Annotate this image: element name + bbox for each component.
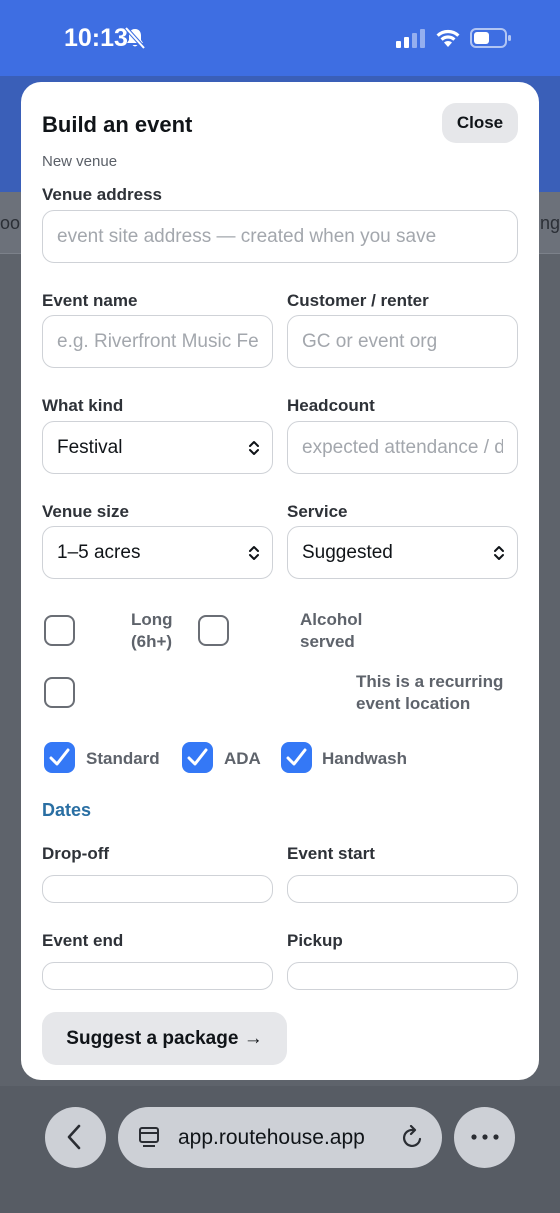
- checkmark-icon: [286, 748, 307, 766]
- address-bar[interactable]: app.routehouse.app: [118, 1107, 442, 1168]
- dropoff-date-input[interactable]: [42, 875, 273, 903]
- service-select[interactable]: Suggested: [287, 526, 518, 579]
- chevron-up-down-icon: [249, 546, 259, 560]
- build-event-modal: Build an event Close New venue Venue add…: [21, 82, 539, 1080]
- customer-input[interactable]: [287, 315, 518, 368]
- dates-section-title: Dates: [42, 800, 92, 820]
- pickup-label: Pickup: [287, 931, 343, 950]
- ada-unit-label: ADA: [224, 749, 261, 768]
- standard-unit-checkbox[interactable]: [44, 742, 75, 773]
- long-event-label-line1: Long: [131, 610, 173, 629]
- alcohol-served-label-line2: served: [300, 632, 355, 651]
- recurring-location-label-line2: event location: [356, 694, 471, 713]
- customer-label: Customer / renter: [287, 291, 429, 310]
- chevron-up-down-icon: [494, 546, 504, 560]
- recurring-location-checkbox[interactable]: [44, 677, 75, 708]
- alcohol-served-label: Alcohol served: [300, 609, 362, 653]
- standard-unit-label: Standard: [86, 749, 160, 768]
- more-button[interactable]: [454, 1107, 515, 1168]
- what-kind-value: Festival: [57, 437, 123, 458]
- long-event-label: Long (6h+): [131, 609, 173, 653]
- status-time: 10:13: [64, 24, 128, 52]
- headcount-input[interactable]: [287, 421, 518, 474]
- service-value: Suggested: [302, 542, 393, 563]
- what-kind-label: What kind: [42, 396, 124, 415]
- battery-icon: [470, 28, 511, 48]
- event-name-label: Event name: [42, 291, 138, 310]
- venue-size-value: 1–5 acres: [57, 542, 141, 563]
- dropoff-label: Drop-off: [42, 844, 110, 863]
- handwash-unit-checkbox[interactable]: [281, 742, 312, 773]
- wifi-icon: [436, 29, 460, 47]
- event-start-date-input[interactable]: [287, 875, 518, 903]
- suggest-package-button[interactable]: Suggest a package →: [42, 1012, 287, 1065]
- chevron-up-down-icon: [249, 441, 259, 455]
- modal-title: Build an event: [42, 112, 193, 137]
- more-dots-icon: [471, 1134, 499, 1140]
- bell-muted-icon: [124, 26, 146, 50]
- event-end-date-input[interactable]: [42, 962, 273, 990]
- what-kind-select[interactable]: Festival: [42, 421, 273, 474]
- cellular-signal-icon: [396, 29, 425, 48]
- backdrop-tab-right: ng: [539, 213, 560, 233]
- pickup-date-input[interactable]: [287, 962, 518, 990]
- backdrop-tab-left: oo: [0, 213, 21, 233]
- venue-address-input[interactable]: [42, 210, 518, 263]
- modal-subtitle: New venue: [42, 153, 118, 170]
- back-button[interactable]: [45, 1107, 106, 1168]
- alcohol-served-label-line1: Alcohol: [300, 610, 363, 629]
- headcount-label: Headcount: [287, 396, 375, 415]
- venue-address-label: Venue address: [42, 185, 163, 204]
- reload-icon[interactable]: [401, 1125, 425, 1151]
- ada-unit-checkbox[interactable]: [182, 742, 213, 773]
- event-end-label: Event end: [42, 931, 124, 950]
- url-text: app.routehouse.app: [178, 1126, 365, 1149]
- chevron-left-icon: [67, 1124, 81, 1150]
- event-start-label: Event start: [287, 844, 375, 863]
- status-bar: 10:13: [0, 0, 560, 76]
- venue-size-select[interactable]: 1–5 acres: [42, 526, 273, 579]
- handwash-unit-label: Handwash: [322, 749, 408, 768]
- page-icon: [139, 1127, 159, 1147]
- service-label: Service: [287, 502, 348, 521]
- checkmark-icon: [49, 748, 70, 766]
- checkmark-icon: [187, 748, 208, 766]
- recurring-location-label-line1: This is a recurring: [356, 672, 504, 691]
- event-name-input[interactable]: [42, 315, 273, 368]
- alcohol-served-checkbox[interactable]: [198, 615, 229, 646]
- recurring-location-label: This is a recurring event location: [356, 671, 503, 715]
- long-event-label-line2: (6h+): [131, 632, 173, 651]
- long-event-checkbox[interactable]: [44, 615, 75, 646]
- close-button[interactable]: Close: [442, 103, 518, 143]
- venue-size-label: Venue size: [42, 502, 129, 521]
